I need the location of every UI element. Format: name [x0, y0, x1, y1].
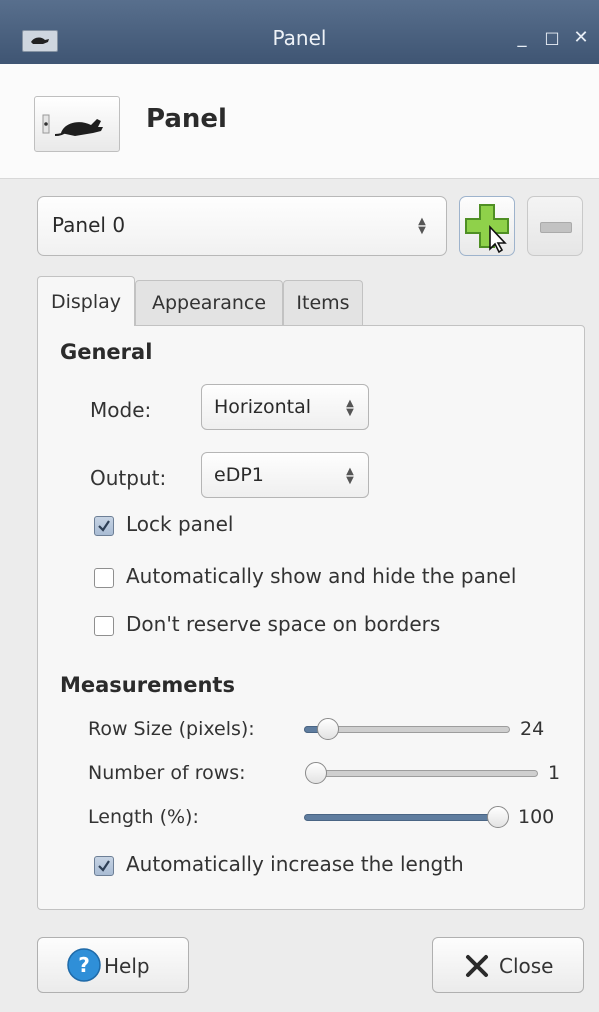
- close-button[interactable]: Close: [432, 937, 584, 993]
- lock-panel-label: Lock panel: [126, 512, 234, 536]
- length-slider-fill[interactable]: [304, 814, 498, 821]
- row-size-label: Row Size (pixels):: [88, 718, 255, 740]
- autohide-checkbox[interactable]: [94, 568, 114, 588]
- row-size-slider-handle[interactable]: [317, 718, 339, 740]
- title-bar[interactable]: Panel _ □ ✕: [0, 0, 599, 64]
- tab-display[interactable]: Display: [37, 276, 135, 326]
- minus-icon: [540, 222, 572, 233]
- auto-length-checkbox[interactable]: [94, 856, 114, 876]
- help-button[interactable]: ? Help: [37, 937, 189, 993]
- row-size-value: 24: [520, 718, 545, 740]
- add-panel-button[interactable]: [459, 196, 515, 256]
- close-button-label: Close: [499, 954, 554, 978]
- auto-length-label: Automatically increase the length: [126, 852, 464, 876]
- mode-value: Horizontal: [214, 396, 312, 418]
- panel-preferences-window: Panel _ □ ✕ Panel Panel 0 ▲ ▼ Display App…: [0, 0, 599, 1012]
- tab-appearance[interactable]: Appearance: [135, 280, 283, 326]
- remove-panel-button[interactable]: [527, 196, 583, 256]
- svg-text:?: ?: [78, 953, 90, 977]
- rows-label: Number of rows:: [88, 762, 246, 784]
- mode-select[interactable]: Horizontal ▲ ▼: [201, 384, 369, 430]
- header-title: Panel: [146, 104, 227, 134]
- plus-icon: [465, 204, 509, 254]
- length-value: 100: [518, 806, 555, 828]
- length-label: Length (%):: [88, 806, 199, 828]
- lock-panel-checkbox[interactable]: [94, 516, 114, 536]
- no-reserve-checkbox[interactable]: [94, 616, 114, 636]
- no-reserve-label: Don't reserve space on borders: [126, 612, 441, 636]
- output-value: eDP1: [214, 464, 264, 486]
- output-label: Output:: [90, 466, 167, 490]
- dialog-header: Panel: [0, 64, 599, 179]
- rows-slider-track[interactable]: [306, 770, 538, 777]
- autohide-label: Automatically show and hide the panel: [126, 564, 517, 588]
- output-select[interactable]: eDP1 ▲ ▼: [201, 452, 369, 498]
- checkmark-icon: [98, 860, 110, 872]
- general-section-title: General: [60, 340, 153, 364]
- panel-mouse-icon: [34, 96, 120, 152]
- maximize-button[interactable]: □: [540, 26, 564, 50]
- rows-value: 1: [548, 762, 561, 784]
- rows-slider-handle[interactable]: [305, 762, 327, 784]
- panel-selector[interactable]: Panel 0 ▲ ▼: [37, 196, 447, 256]
- measurements-section-title: Measurements: [60, 673, 235, 697]
- minimize-button[interactable]: _: [510, 26, 534, 50]
- help-icon: ?: [67, 948, 101, 982]
- help-button-label: Help: [104, 954, 150, 978]
- length-slider-handle[interactable]: [487, 806, 509, 828]
- spin-arrows-icon: ▲ ▼: [418, 216, 426, 236]
- spin-arrows-icon: ▲ ▼: [346, 466, 354, 486]
- close-window-button[interactable]: ✕: [569, 26, 593, 50]
- checkmark-icon: [98, 520, 110, 532]
- mode-label: Mode:: [90, 398, 152, 422]
- spin-arrows-icon: ▲ ▼: [346, 398, 354, 418]
- panel-selector-value: Panel 0: [52, 213, 126, 237]
- tab-items[interactable]: Items: [283, 280, 363, 326]
- close-x-icon: [466, 955, 488, 977]
